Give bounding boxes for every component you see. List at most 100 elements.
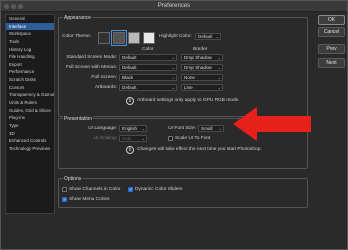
- chevron-down-icon: ⌄: [171, 65, 175, 70]
- full-screen-color-dropdown[interactable]: Black ⌄: [119, 74, 177, 81]
- chevron-down-icon: ⌄: [218, 126, 222, 131]
- chevron-down-icon: ⌄: [217, 85, 221, 90]
- minimize-window-icon[interactable]: [11, 4, 16, 9]
- highlight-color-value: Default: [198, 34, 213, 39]
- close-window-icon[interactable]: [4, 4, 9, 9]
- standard-screen-color-dropdown[interactable]: Default ⌄: [119, 54, 177, 61]
- sidebar-item-general[interactable]: General: [6, 15, 54, 23]
- highlight-color-label: Highlight Color:: [159, 34, 192, 39]
- info-icon: i: [126, 146, 134, 154]
- arrow-shape: [233, 107, 311, 141]
- prev-button[interactable]: Prev: [318, 44, 345, 54]
- dynamic-color-sliders-checkbox[interactable]: Dynamic Color Sliders: [128, 187, 183, 193]
- artboards-border-dropdown[interactable]: Line ⌄: [181, 84, 223, 91]
- border-column-header: Border: [193, 47, 208, 52]
- sidebar-item-tools[interactable]: Tools: [6, 38, 54, 46]
- info-icon: i: [126, 97, 134, 105]
- sidebar-item-type[interactable]: Type: [6, 122, 54, 130]
- chevron-down-icon: ⌄: [217, 65, 221, 70]
- ui-scaling-dropdown: Auto ⌄: [119, 135, 147, 142]
- chevron-down-icon: ⌄: [215, 34, 219, 39]
- full-screen-border-dropdown[interactable]: None ⌄: [181, 74, 223, 81]
- chevron-down-icon: ⌄: [171, 55, 175, 60]
- dynamic-color-sliders-label: Dynamic Color Sliders: [135, 187, 183, 192]
- window-controls: [4, 4, 23, 9]
- sidebar-item-enhanced-controls[interactable]: Enhanced Controls: [6, 137, 54, 145]
- chevron-down-icon: ⌄: [217, 55, 221, 60]
- standard-screen-border-dropdown[interactable]: Drop Shadow ⌄: [181, 54, 223, 61]
- standard-screen-color-value: Default: [122, 55, 137, 60]
- cancel-button[interactable]: Cancel: [318, 27, 345, 37]
- chevron-down-icon: ⌄: [141, 126, 145, 131]
- full-screen-menus-color-value: Default: [122, 65, 137, 70]
- theme-swatch-dark[interactable]: [111, 30, 127, 46]
- sidebar-item-performance[interactable]: Performance: [6, 68, 54, 76]
- artboards-color-value: Default: [122, 85, 137, 90]
- color-column-header: Color: [142, 47, 154, 52]
- ui-language-dropdown[interactable]: English ⌄: [119, 125, 147, 132]
- sidebar-item-guides-grid-slices[interactable]: Guides, Grid & Slices: [6, 107, 54, 115]
- zoom-window-icon[interactable]: [18, 4, 23, 9]
- sidebar-item-scratch-disks[interactable]: Scratch Disks: [6, 76, 54, 84]
- sidebar-item-workspace[interactable]: Workspace: [6, 30, 54, 38]
- sidebar-item-interface[interactable]: Interface: [6, 22, 54, 31]
- full-screen-menus-color-dropdown[interactable]: Default ⌄: [119, 64, 177, 71]
- full-screen-label: Full Screen:: [91, 75, 117, 80]
- show-channels-in-color-checkbox[interactable]: Show Channels in Color: [62, 187, 120, 192]
- sidebar-item-units-rulers[interactable]: Units & Rulers: [6, 99, 54, 107]
- checkbox-box[interactable]: [62, 187, 67, 192]
- theme-swatch-light[interactable]: [128, 32, 140, 44]
- checkbox-box[interactable]: [168, 136, 173, 141]
- scale-ui-to-font-checkbox[interactable]: Scale UI To Font: [168, 136, 210, 141]
- next-button[interactable]: Next: [318, 58, 345, 68]
- full-screen-menus-border-dropdown[interactable]: Drop Shadow ⌄: [181, 64, 223, 71]
- options-group: Options Show Channels in Color Dynamic C…: [58, 176, 308, 208]
- show-menu-colors-checkbox[interactable]: Show Menu Colors: [62, 197, 110, 203]
- color-theme-label: Color Theme:: [62, 34, 91, 39]
- sidebar-item-technology-previews[interactable]: Technology Previews: [6, 145, 54, 153]
- full-screen-border-value: None: [184, 75, 195, 80]
- sidebar-item-file-handling[interactable]: File Handling: [6, 53, 54, 61]
- standard-screen-border-value: Drop Shadow: [184, 55, 212, 60]
- appearance-title: Appearance: [63, 15, 92, 21]
- sidebar-item-plug-ins[interactable]: Plug-ins: [6, 114, 54, 122]
- artboard-note: Artboard settings only apply to GPU RGB …: [137, 98, 240, 103]
- artboards-border-value: Line: [184, 85, 193, 90]
- ui-font-size-label: UI Font Size:: [168, 126, 196, 131]
- theme-swatch-darkest[interactable]: [98, 32, 110, 44]
- ui-font-size-dropdown[interactable]: Small ⌄: [198, 125, 224, 132]
- artboards-color-dropdown[interactable]: Default ⌄: [119, 84, 177, 91]
- ui-scaling-value: Auto: [122, 136, 132, 141]
- full-screen-menus-border-value: Drop Shadow: [184, 65, 212, 70]
- sidebar-item-3d[interactable]: 3D: [6, 130, 54, 138]
- sidebar: General Interface Workspace Tools Histor…: [5, 14, 55, 214]
- checkbox-box-checked[interactable]: [128, 187, 133, 193]
- sidebar-item-history-log[interactable]: History Log: [6, 46, 54, 54]
- artboards-label: Artboards:: [94, 85, 117, 90]
- highlight-color-dropdown[interactable]: Default ⌄: [195, 33, 221, 40]
- theme-swatch-lightest[interactable]: [143, 32, 155, 44]
- ui-font-size-value: Small: [201, 126, 213, 131]
- options-title: Options: [63, 176, 83, 182]
- red-arrow-annotation: [233, 107, 311, 141]
- scale-ui-to-font-label: Scale UI To Font: [175, 136, 211, 141]
- ui-scaling-label: UI Scaling:: [93, 136, 117, 141]
- ui-language-value: English: [122, 126, 138, 131]
- preferences-window: Preferences General Interface Workspace …: [0, 0, 348, 250]
- full-screen-color-value: Black: [122, 75, 134, 80]
- standard-screen-mode-label: Standard Screen Mode:: [66, 55, 117, 60]
- ok-button[interactable]: OK: [318, 15, 345, 25]
- sidebar-item-cursors[interactable]: Cursors: [6, 84, 54, 92]
- checkbox-box-checked[interactable]: [62, 197, 67, 203]
- window-title: Preferences: [157, 3, 191, 9]
- ui-language-label: UI Language:: [88, 126, 117, 131]
- show-menu-colors-label: Show Menu Colors: [69, 197, 110, 202]
- chevron-down-icon: ⌄: [217, 75, 221, 80]
- sidebar-item-export[interactable]: Export: [6, 61, 54, 69]
- title-bar: Preferences: [1, 1, 347, 12]
- appearance-group: Appearance Color Theme: Highlight Color:…: [58, 15, 308, 117]
- presentation-title: Presentation: [63, 116, 94, 122]
- show-channels-in-color-label: Show Channels in Color: [69, 187, 121, 192]
- sidebar-item-transparency-gamut[interactable]: Transparency & Gamut: [6, 91, 54, 99]
- restart-note: Changes will take effect the next time y…: [137, 147, 262, 152]
